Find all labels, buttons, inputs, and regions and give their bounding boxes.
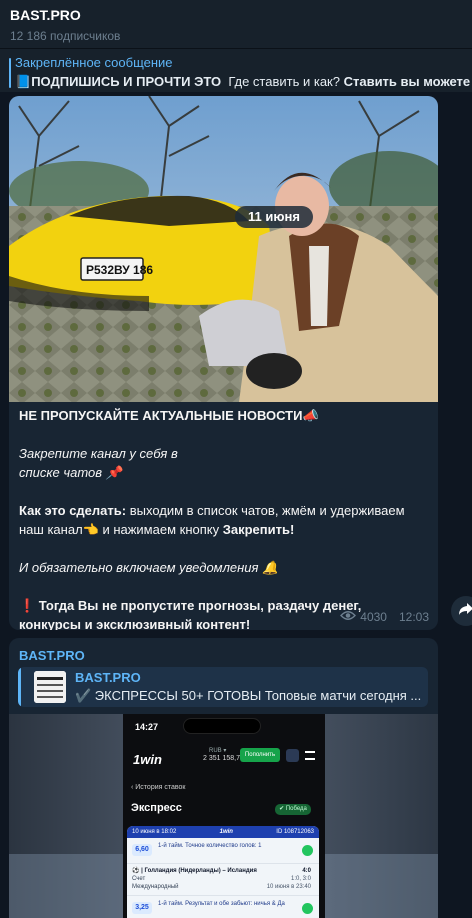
date-badge: 11 июня bbox=[235, 206, 313, 228]
view-count: 4030 bbox=[360, 610, 387, 624]
post-author[interactable]: BAST.PRO bbox=[19, 648, 85, 663]
currency: RUB ▾ bbox=[209, 748, 227, 754]
check-icon bbox=[302, 845, 313, 856]
match-score: 4:0 bbox=[302, 868, 311, 874]
score-label: Счет bbox=[132, 876, 146, 882]
post-meta: 4030 12:03 bbox=[340, 610, 429, 624]
menu-icon bbox=[305, 751, 315, 760]
final-text-line1: ❗ Тогда Вы не пропустите прогнозы, разда… bbox=[19, 598, 362, 613]
pinned-label: Закреплённое сообщение bbox=[15, 55, 173, 70]
bet-odd: 3,25 bbox=[132, 902, 152, 914]
pin-instruction-line1: Закрепите канал у себя в bbox=[19, 446, 178, 461]
svg-text:Р532ВУ 186: Р532ВУ 186 bbox=[86, 263, 153, 277]
bet-row: 6,60 1-й тайм. Точное количество голов: … bbox=[127, 838, 319, 864]
match-name: ⚽ | Голландия (Нидерланды) – Исландия bbox=[132, 868, 257, 874]
bet-description: 1-й тайм. Точное количество голов: 1 bbox=[158, 843, 262, 849]
check-icon bbox=[302, 903, 313, 914]
bet-row: 3,25 1-й тайм. Результат и обе забьют: н… bbox=[127, 896, 319, 918]
share-button[interactable] bbox=[451, 596, 472, 626]
express-title: Экспресс bbox=[131, 802, 182, 814]
win-badge: ✔ Победа bbox=[275, 804, 311, 815]
balance: 2 351 158,77 bbox=[203, 755, 244, 762]
post-time: 12:03 bbox=[398, 610, 429, 624]
bet-screenshot[interactable]: 14:27 1win RUB ▾ 2 351 158,77 Пополнить … bbox=[9, 714, 438, 918]
pinned-bold-tail: Ставить вы можете bbox=[343, 74, 471, 89]
pin-instruction-line2: списке чатов 📌 bbox=[19, 465, 122, 480]
subscriber-count: 12 186 подписчиков bbox=[10, 29, 121, 43]
post-headline: НЕ ПРОПУСКАЙТЕ АКТУАЛЬНЫЕ НОВОСТИ📣 bbox=[19, 408, 319, 423]
reply-author: BAST.PRO bbox=[75, 670, 141, 685]
card-logo: 1win bbox=[219, 829, 233, 835]
card-header: 10 июня в 18:02 1win ID 108712063 bbox=[127, 826, 319, 838]
channel-post[interactable]: Р532ВУ 186 11 июня НЕ ПРОПУСКАЙТЕ АКТУАЛ… bbox=[9, 96, 438, 630]
pinned-rest-text: Где ставить и как? bbox=[228, 74, 340, 89]
channel-post-2[interactable]: BAST.PRO BAST.PRO ✔️ ЭКСПРЕССЫ 50+ ГОТОВ… bbox=[9, 638, 438, 918]
channel-title: BAST.PRO bbox=[10, 7, 81, 23]
phone-time: 14:27 bbox=[135, 722, 159, 732]
share-arrow-icon bbox=[458, 602, 472, 621]
final-text-line2: конкурсы и эксклюзивный контент! bbox=[19, 617, 251, 630]
eye-icon bbox=[340, 610, 357, 624]
book-emoji-icon: 📘 bbox=[15, 74, 32, 89]
card-date: 10 июня в 18:02 bbox=[132, 829, 177, 835]
notify-text: И обязательно включаем уведомления 🔔 bbox=[19, 560, 279, 575]
reply-thumbnail bbox=[34, 671, 66, 703]
1win-logo: 1win bbox=[133, 752, 162, 767]
pinned-preview: 📘ПОДПИШИСЬ И ПРОЧТИ ЭТО Где ставить и ка… bbox=[15, 74, 472, 90]
bet-description: 1-й тайм. Результат и обе забьют: ничья … bbox=[158, 901, 285, 907]
match-row: ⚽ | Голландия (Нидерланды) – Исландия Сч… bbox=[127, 864, 319, 896]
post-photo-image: Р532ВУ 186 bbox=[9, 96, 438, 402]
pinned-message-bar[interactable]: Закреплённое сообщение 📘ПОДПИШИСЬ И ПРОЧ… bbox=[0, 48, 472, 92]
phone-screenshot: 14:27 1win RUB ▾ 2 351 158,77 Пополнить … bbox=[123, 714, 325, 918]
channel-header[interactable]: BAST.PRO 12 186 подписчиков bbox=[0, 0, 472, 48]
reply-accent-bar bbox=[18, 667, 21, 707]
bet-odd: 6,60 bbox=[132, 844, 152, 856]
pinned-bold-text: ПОДПИШИСЬ И ПРОЧТИ ЭТО bbox=[31, 74, 222, 89]
card-id: ID 108712063 bbox=[276, 829, 314, 835]
how-to-text2: наш канал👈 и нажимаем кнопку bbox=[19, 522, 220, 537]
reply-preview[interactable]: BAST.PRO ✔️ ЭКСПРЕССЫ 50+ ГОТОВЫ Топовые… bbox=[18, 667, 428, 707]
pin-button-name: Закрепить! bbox=[222, 522, 295, 537]
user-icon bbox=[286, 749, 299, 762]
reply-text: ✔️ ЭКСПРЕССЫ 50+ ГОТОВЫ Топовые матчи се… bbox=[75, 688, 422, 703]
bet-card: 10 июня в 18:02 1win ID 108712063 6,60 1… bbox=[127, 826, 319, 918]
how-to-label: Как это сделать: bbox=[19, 503, 127, 518]
half-scores: 1:0, 3:0 bbox=[290, 876, 311, 882]
pinned-accent-bar bbox=[9, 58, 11, 88]
bet-history-link: ‹ История ставок bbox=[131, 784, 186, 791]
post-photo[interactable]: Р532ВУ 186 11 июня bbox=[9, 96, 438, 402]
post-text: НЕ ПРОПУСКАЙТЕ АКТУАЛЬНЫЕ НОВОСТИ📣 Закре… bbox=[19, 406, 429, 630]
match-time: 10 июня в 23:40 bbox=[266, 884, 311, 890]
deposit-button: Пополнить bbox=[240, 748, 280, 762]
how-to-text: выходим в список чатов, жмём и удерживае… bbox=[129, 503, 405, 518]
dynamic-island bbox=[183, 718, 261, 734]
